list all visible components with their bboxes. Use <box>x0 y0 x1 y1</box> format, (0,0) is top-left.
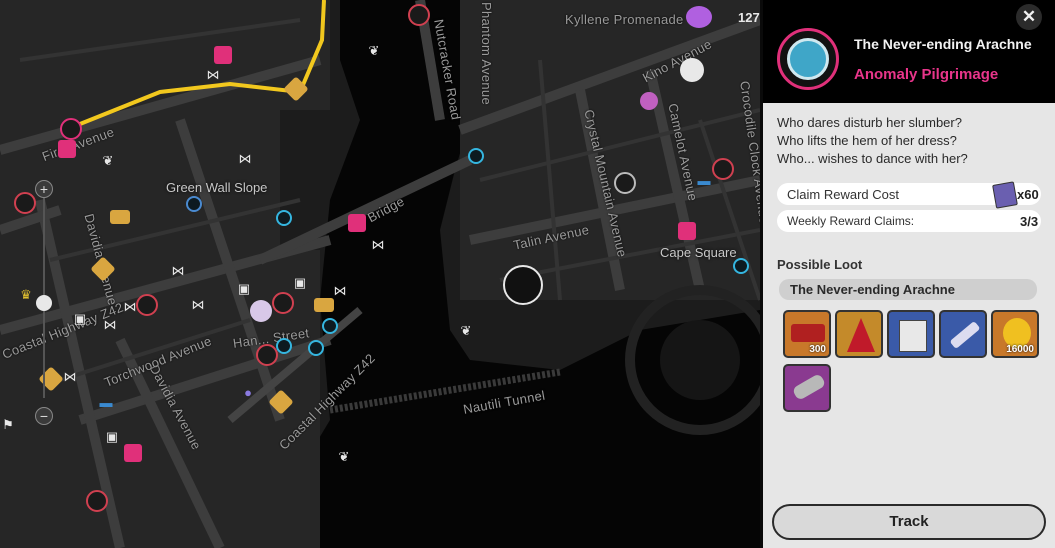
transit-marker-icon[interactable] <box>276 210 292 226</box>
enemy-marker-icon[interactable]: ⋈ <box>102 318 118 332</box>
map-view[interactable]: Kyllene Promenade Kino Avenue Phantom Av… <box>0 0 760 548</box>
street-phantom: Phantom Avenue <box>479 2 494 105</box>
building-marker-icon[interactable]: ▣ <box>292 276 308 290</box>
vendor-marker-icon[interactable] <box>314 298 334 312</box>
bird-marker-icon[interactable]: ❦ <box>366 44 382 58</box>
loot-bounty-ticket-icon[interactable]: 300 <box>783 310 831 358</box>
shop-marker-icon[interactable] <box>272 292 294 314</box>
enemy-marker-icon[interactable]: ⋈ <box>237 152 253 166</box>
shop-marker-icon[interactable] <box>712 158 734 180</box>
building-marker-icon[interactable]: ▣ <box>104 430 120 444</box>
bird-marker-icon[interactable]: ❦ <box>336 450 352 464</box>
zoom-slider-knob[interactable] <box>36 295 52 311</box>
info-marker-icon[interactable] <box>276 338 292 354</box>
loot-heading: Possible Loot <box>777 257 863 272</box>
district-cape-square: Cape Square <box>660 245 737 260</box>
commission-marker-icon[interactable] <box>214 46 232 64</box>
description-line: Who lifts the hem of her dress? <box>777 133 957 148</box>
loot-metal-spring-icon[interactable] <box>783 364 831 412</box>
building-marker-icon[interactable]: ▣ <box>72 312 88 326</box>
shop-marker-icon[interactable] <box>408 4 430 26</box>
description-line: Who... wishes to dance with her? <box>777 151 968 166</box>
loot-paint-tube-icon[interactable] <box>939 310 987 358</box>
zoom-out-button[interactable]: − <box>35 407 53 425</box>
event-marker-icon[interactable] <box>686 6 712 28</box>
street-kyllene: Kyllene Promenade <box>565 12 684 27</box>
district-green-wall: Green Wall Slope <box>166 180 268 195</box>
loot-qty: 16000 <box>1006 344 1034 355</box>
claim-cost-value: x60 <box>1017 187 1039 202</box>
enemy-marker-icon[interactable]: ⋈ <box>332 284 348 298</box>
commission-marker-icon[interactable] <box>678 222 696 240</box>
loot-group-name: The Never-ending Arachne <box>790 282 955 297</box>
track-button[interactable]: Track <box>772 504 1046 540</box>
commission-marker-icon[interactable] <box>58 140 76 158</box>
enemy-marker-icon[interactable]: ⋈ <box>62 370 78 384</box>
transit-marker-icon[interactable] <box>468 148 484 164</box>
shop-marker-icon[interactable] <box>256 344 278 366</box>
shop-marker-icon[interactable] <box>86 490 108 512</box>
shop-marker-icon[interactable] <box>14 192 36 214</box>
transit-marker-icon[interactable] <box>733 258 749 274</box>
enemy-marker-icon[interactable]: ⋈ <box>370 238 386 252</box>
close-button[interactable]: ✕ <box>1016 4 1042 30</box>
enemy-marker-icon[interactable]: ⋈ <box>190 298 206 312</box>
crown-marker-icon[interactable]: ♛ <box>18 288 34 302</box>
bird-marker-icon[interactable]: ❦ <box>100 154 116 168</box>
pilgrimage-emblem-icon <box>777 28 839 90</box>
claim-cost-label: Claim Reward Cost <box>787 187 899 202</box>
loot-red-cape-icon[interactable] <box>835 310 883 358</box>
npc-marker-icon[interactable] <box>640 92 658 110</box>
loot-qty: 300 <box>809 344 826 355</box>
waypoint-marker-icon[interactable] <box>186 196 202 212</box>
loot-gold-coin-icon[interactable]: 16000 <box>991 310 1039 358</box>
ticket-icon <box>992 181 1018 209</box>
info-marker-icon[interactable] <box>308 340 324 356</box>
enemy-marker-icon[interactable]: ⋈ <box>170 264 186 278</box>
description-line: Who dares disturb her slumber? <box>777 115 962 130</box>
map-counter: 127 <box>738 10 760 25</box>
commission-marker-icon[interactable] <box>124 444 142 462</box>
enemy-marker-icon[interactable]: ⋈ <box>122 300 138 314</box>
loot-document-stack-icon[interactable] <box>887 310 935 358</box>
panel-title: The Never-ending Arachne <box>854 36 1032 52</box>
player-location-icon[interactable] <box>60 118 82 140</box>
building-marker-icon[interactable]: ▣ <box>236 282 252 296</box>
weekly-claims-label: Weekly Reward Claims: <box>787 214 915 228</box>
pin-marker-icon[interactable]: ⚑ <box>0 418 16 432</box>
bird-marker-icon[interactable]: ❦ <box>458 324 474 338</box>
enemy-marker-icon[interactable]: ⋈ <box>205 68 221 82</box>
arachne-icon <box>787 38 829 80</box>
vehicle-marker-icon[interactable]: ▬ <box>696 174 712 188</box>
vendor-marker-icon[interactable] <box>110 210 130 224</box>
shop-marker-icon[interactable] <box>614 172 636 194</box>
orb-marker-icon[interactable]: ● <box>240 386 256 400</box>
shop-marker-icon[interactable] <box>136 294 158 316</box>
panel-subtitle: Anomaly Pilgrimage <box>854 66 999 83</box>
character-marker-icon[interactable] <box>250 300 272 322</box>
hollow-zero-marker-icon[interactable] <box>503 265 543 305</box>
commission-marker-icon[interactable] <box>348 214 366 232</box>
weekly-claims-value: 3/3 <box>1020 214 1039 229</box>
zoom-in-button[interactable]: + <box>35 180 53 198</box>
info-marker-icon[interactable] <box>322 318 338 334</box>
objective-marker-icon[interactable] <box>680 58 704 82</box>
vehicle-marker-icon[interactable]: ▬ <box>98 396 114 410</box>
